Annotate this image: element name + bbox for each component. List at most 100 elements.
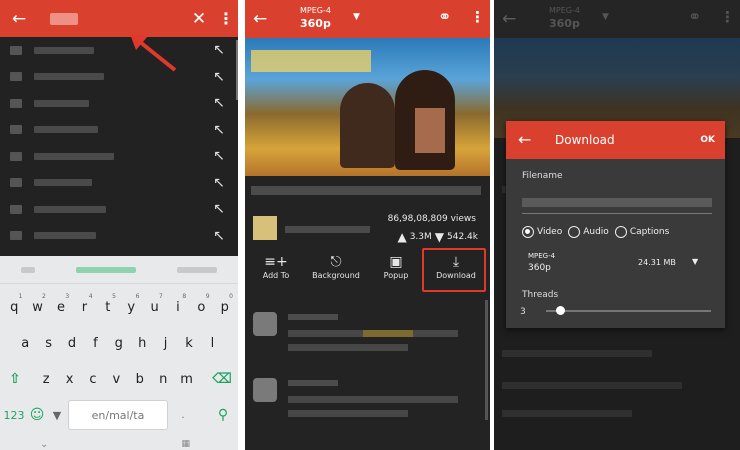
add-to-button[interactable]: ≡+ Add To <box>245 253 307 280</box>
playlist-add-icon: ≡+ <box>264 254 288 270</box>
audio-radio[interactable]: Audio <box>568 226 609 238</box>
key-g[interactable]: g <box>108 328 130 358</box>
key-s[interactable]: s <box>37 328 59 358</box>
dropdown-arrow-icon[interactable]: ▼ <box>353 12 360 22</box>
more-options-icon[interactable]: ⋮ <box>470 8 485 26</box>
key-hint: 8 <box>182 293 187 300</box>
key-a[interactable]: a <box>14 328 36 358</box>
key-hint: 5 <box>112 293 116 300</box>
popup-icon: ▣ <box>389 254 403 270</box>
scrollbar[interactable] <box>485 300 488 420</box>
suggestion-item[interactable]: ↖ <box>0 170 238 197</box>
key-hint: 7 <box>158 293 163 300</box>
key-x[interactable]: x <box>58 364 80 394</box>
scrollbar[interactable] <box>236 40 238 100</box>
key-w[interactable]: w2 <box>26 292 48 322</box>
key-t[interactable]: t5 <box>97 292 119 322</box>
background-button[interactable]: ⎋ Background <box>305 253 367 280</box>
suggestion-item[interactable]: ↖ <box>0 90 238 117</box>
back-arrow-icon[interactable]: ← <box>253 9 267 29</box>
hide-keyboard-icon[interactable]: ⌄ <box>40 439 48 450</box>
key-h[interactable]: h <box>131 328 153 358</box>
fill-query-icon[interactable]: ↖ <box>210 148 228 164</box>
key-v[interactable]: v <box>105 364 127 394</box>
captions-radio[interactable]: Captions <box>614 226 669 238</box>
key-d[interactable]: d <box>61 328 83 358</box>
add-to-label: Add To <box>262 271 290 280</box>
numbers-key[interactable]: 123 <box>2 400 26 430</box>
dropdown-arrow-icon[interactable]: ▼ <box>692 257 698 266</box>
key-q[interactable]: q1 <box>3 292 25 322</box>
keyboard-nav-bar: ⌄ ▦ <box>0 436 238 450</box>
key-l[interactable]: l <box>201 328 223 358</box>
comment-item[interactable] <box>253 378 478 438</box>
channel-avatar[interactable] <box>253 216 277 240</box>
key-o[interactable]: o9 <box>190 292 212 322</box>
stream-select[interactable]: MPEG-4 360p 24.31 MB ▼ <box>528 252 713 273</box>
search-query-blurred[interactable] <box>50 12 78 25</box>
ok-button[interactable]: OK <box>700 135 715 145</box>
key-j[interactable]: j <box>154 328 176 358</box>
back-arrow-icon[interactable]: ← <box>0 9 38 29</box>
fill-query-icon[interactable]: ↖ <box>210 201 228 217</box>
keyboard-row-1: q1w2e3r4t5y6u7i8o9p0 <box>0 292 238 324</box>
on-screen-keyboard: q1w2e3r4t5y6u7i8o9p0 asdfghjkl ⇧ ⌫ zxcvb… <box>0 256 238 450</box>
key-hint: 6 <box>135 293 140 300</box>
key-hint: 1 <box>18 293 23 300</box>
suggestion-item[interactable]: ↖ <box>0 37 238 64</box>
clear-search-icon[interactable]: ✕ <box>184 9 214 29</box>
key-z[interactable]: z <box>35 364 57 394</box>
key-k[interactable]: k <box>178 328 200 358</box>
popup-button[interactable]: ▣ Popup <box>365 253 427 280</box>
key-c[interactable]: c <box>82 364 104 394</box>
suggestion-list: ↖ ↖ ↖ ↖ ↖ ↖ ↖ ↖ <box>0 37 238 249</box>
key-b[interactable]: b <box>129 364 151 394</box>
comment-blurred <box>502 410 632 417</box>
key-m[interactable]: m <box>175 364 197 394</box>
key-hint: 3 <box>65 293 70 300</box>
quality-label: 360p <box>300 17 331 30</box>
suggestion-item[interactable]: ↖ <box>0 117 238 144</box>
threads-slider-thumb[interactable] <box>556 306 565 315</box>
space-key[interactable]: en/mal/ta <box>68 400 168 430</box>
comment-item[interactable] <box>253 312 478 372</box>
view-count: 86,98,08,809 views <box>387 214 476 224</box>
search-key-icon[interactable]: ⚲ <box>212 400 234 430</box>
mic-icon[interactable]: ▼ <box>50 400 64 430</box>
dialog-title: Download <box>555 133 615 147</box>
key-u[interactable]: u7 <box>143 292 165 322</box>
emoji-icon[interactable]: ☺ <box>26 400 48 430</box>
keyboard-switch-icon[interactable]: ▦ <box>181 439 190 449</box>
fill-query-icon[interactable]: ↖ <box>210 122 228 138</box>
threads-slider[interactable] <box>546 310 711 312</box>
fill-query-icon[interactable]: ↖ <box>210 42 228 58</box>
fill-query-icon[interactable]: ↖ <box>210 175 228 191</box>
key-n[interactable]: n <box>152 364 174 394</box>
fill-query-icon[interactable]: ↖ <box>210 95 228 111</box>
back-arrow-icon[interactable]: ← <box>518 130 531 149</box>
more-options-icon[interactable]: ⋮ <box>214 9 238 28</box>
suggestion-item[interactable]: ↖ <box>0 196 238 223</box>
key-hint: 0 <box>229 293 233 300</box>
shift-key[interactable]: ⇧ <box>4 364 26 394</box>
key-r[interactable]: r4 <box>73 292 95 322</box>
fill-query-icon[interactable]: ↖ <box>210 228 228 244</box>
video-thumbnail[interactable] <box>245 38 490 176</box>
key-e[interactable]: e3 <box>50 292 72 322</box>
keyboard-row-2: asdfghjkl <box>0 328 238 360</box>
filename-input[interactable] <box>522 198 712 207</box>
video-radio[interactable]: Video <box>522 226 562 238</box>
punctuation-key[interactable]: . <box>176 400 190 430</box>
suggestion-item[interactable]: ↖ <box>0 64 238 91</box>
format-selector[interactable]: MPEG-4 360p <box>300 6 331 30</box>
channel-name-blurred[interactable] <box>285 226 370 233</box>
backspace-key[interactable]: ⌫ <box>210 364 234 394</box>
fill-query-icon[interactable]: ↖ <box>210 69 228 85</box>
suggestion-item[interactable]: ↖ <box>0 223 238 250</box>
share-icon[interactable]: ⚭ <box>438 7 451 26</box>
suggestion-item[interactable]: ↖ <box>0 143 238 170</box>
key-i[interactable]: i8 <box>167 292 189 322</box>
key-p[interactable]: p0 <box>214 292 236 322</box>
key-y[interactable]: y6 <box>120 292 142 322</box>
key-f[interactable]: f <box>84 328 106 358</box>
